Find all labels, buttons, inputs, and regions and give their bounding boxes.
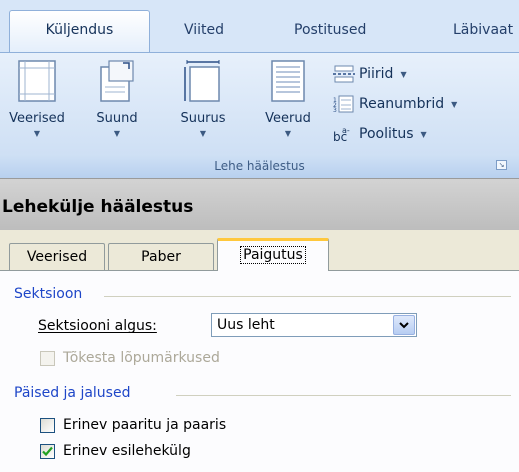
dialog-title: Lehekülje häälestus [0,178,519,230]
svg-text:a-: a- [342,126,350,135]
breaks-label: Piirid [359,66,394,82]
suppress-endnotes-label: Tõkesta lõpumärkused [63,350,220,366]
chevron-down-icon [399,322,409,329]
columns-label: Veerud [265,111,311,126]
section-heading: Sektsioon [14,286,83,302]
breaks-icon [333,65,355,83]
headers-footers-divider [176,395,511,396]
ribbon-tab-bar: Küljendus Viited Postitused Läbivaat [0,0,519,54]
section-start-value: Uus leht [217,317,275,333]
svg-text:3: 3 [333,107,337,113]
tab-margins[interactable]: Veerised [9,243,105,271]
breaks-dropdown-icon: ▼ [400,69,407,79]
group-label-text: Lehe häälestus [214,159,305,173]
odd-even-row: Erinev paaritu ja paaris [40,417,226,433]
page-size-icon [184,60,220,102]
tab-mailings[interactable]: Postitused [294,13,366,49]
tab-paper[interactable]: Paber [108,243,214,271]
hyphenation-icon: bc a- [333,126,350,143]
section-divider [104,296,511,297]
page-setup-group: Veerised ▼ Suund ▼ Suurus ▼ Veerud ▼ Pii… [0,52,519,178]
size-label: Suurus [180,111,226,126]
size-dropdown-icon: ▼ [199,129,207,138]
first-page-label: Erinev esilehekülg [63,443,191,459]
section-start-select[interactable]: Uus leht [211,313,417,337]
margins-label: Veerised [9,111,65,126]
tab-layout-dialog-label: Paigutus [240,246,306,264]
odd-even-checkbox[interactable] [40,417,55,433]
columns-dropdown-icon: ▼ [284,129,292,138]
suppress-endnotes-checkbox[interactable] [40,350,55,366]
first-page-row: Erinev esilehekülg [40,443,191,459]
section-start-label: Sektsiooni algus: [38,318,157,334]
section-start-dropdown-button[interactable] [393,315,415,335]
orientation-label: Suund [96,111,138,126]
tab-references[interactable]: Viited [184,13,224,49]
dialog-launcher-icon[interactable]: ↘ [496,160,507,170]
size-button[interactable]: Suurus ▼ [160,59,246,138]
page-setup-group-label: Lehe häälestus ↘ [0,154,519,178]
headers-footers-heading: Päised ja jalused [14,385,131,401]
suppress-endnotes-row: Tõkesta lõpumärkused [40,350,220,366]
checkmark-icon [42,446,53,456]
margins-button[interactable]: Veerised ▼ [0,59,74,138]
layout-panel: Sektsioon Sektsiooni algus: Uus leht Tõk… [0,270,519,472]
hyphenation-dropdown-icon: ▼ [420,129,427,139]
line-numbers-dropdown-icon: ▼ [451,99,458,109]
odd-even-label: Erinev paaritu ja paaris [63,417,227,433]
columns-icon [271,60,305,102]
line-numbers-label: Reanumbrid [359,96,445,112]
columns-button[interactable]: Veerud ▼ [250,59,326,138]
line-numbers-button[interactable]: 1 2 3 Reanumbrid ▼ [333,93,457,115]
first-page-checkbox[interactable] [40,443,55,459]
hyphenation-button[interactable]: bc a- Poolitus ▼ [333,123,427,145]
tab-review[interactable]: Läbivaat [453,13,513,49]
orientation-dropdown-icon: ▼ [113,129,121,138]
margins-dropdown-icon: ▼ [33,129,41,138]
breaks-button[interactable]: Piirid ▼ [333,63,407,85]
section-start-label-text: Sektsiooni algus: [38,318,157,334]
page-setup-dialog: Veerised Paber Paigutus Sektsioon Sektsi… [0,230,519,472]
orientation-button[interactable]: Suund ▼ [82,59,152,138]
orientation-icon [100,60,134,102]
tab-layout[interactable]: Küljendus [9,10,150,54]
tab-layout-dialog[interactable]: Paigutus [217,238,329,271]
hyphenation-label: Poolitus [359,126,414,142]
margins-icon [18,60,56,102]
ribbon: Küljendus Viited Postitused Läbivaat Vee… [0,0,519,178]
line-numbers-icon: 1 2 3 [333,95,354,113]
